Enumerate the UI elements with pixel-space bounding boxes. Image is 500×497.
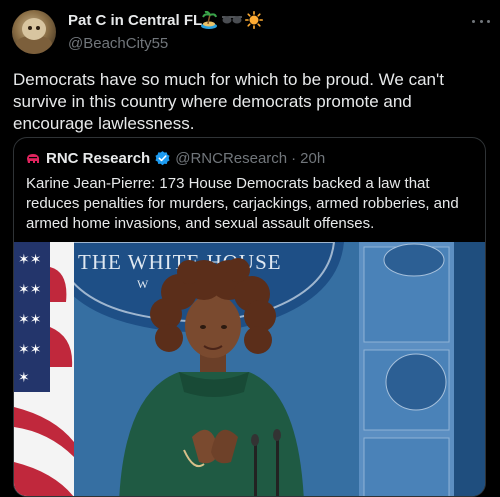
svg-text:✶: ✶: [18, 370, 30, 386]
dog-head: [22, 18, 46, 40]
sunglasses-emoji-icon: [222, 16, 242, 24]
verified-badge-icon: [155, 151, 170, 166]
quoted-tweet[interactable]: RNC Research @RNCResearch · 20h Karine J…: [13, 137, 486, 497]
sun-emoji-icon: [245, 11, 263, 29]
quoted-author-name[interactable]: RNC Research: [46, 150, 150, 167]
island-emoji-icon: [201, 11, 217, 29]
author-name[interactable]: Pat C in Central FL: [68, 12, 202, 29]
rnc-elephant-logo-icon: [27, 153, 39, 163]
quoted-tweet-text: Karine Jean-Pierre: 173 House Democrats …: [26, 175, 459, 232]
svg-text:✶✶: ✶✶: [18, 312, 41, 328]
dog-eye-left: [28, 26, 32, 30]
more-options-icon[interactable]: [472, 18, 490, 24]
dot-separator: ·: [291, 150, 297, 167]
american-flag: ✶✶ ✶✶ ✶✶ ✶✶ ✶: [14, 242, 74, 496]
quoted-timestamp[interactable]: 20h: [300, 150, 325, 167]
quoted-author-handle[interactable]: @RNCResearch: [175, 150, 287, 167]
quoted-tweet-header: RNC Research @RNCResearch · 20h: [26, 150, 325, 167]
name-emojis: [199, 11, 263, 29]
svg-text:✶✶: ✶✶: [18, 342, 41, 358]
avatar[interactable]: [12, 10, 56, 54]
dog-eye-right: [36, 26, 40, 30]
tweet-text: Democrats have so much for which to be p…: [13, 70, 444, 133]
video-thumbnail[interactable]: THE WHITE HOUSE W ✶✶ ✶✶ ✶✶ ✶✶ ✶: [14, 242, 486, 497]
white-house-sign-sub: W: [137, 277, 149, 291]
svg-text:✶✶: ✶✶: [18, 252, 41, 268]
author-handle[interactable]: @BeachCity55: [68, 35, 168, 52]
svg-text:✶✶: ✶✶: [18, 282, 41, 298]
